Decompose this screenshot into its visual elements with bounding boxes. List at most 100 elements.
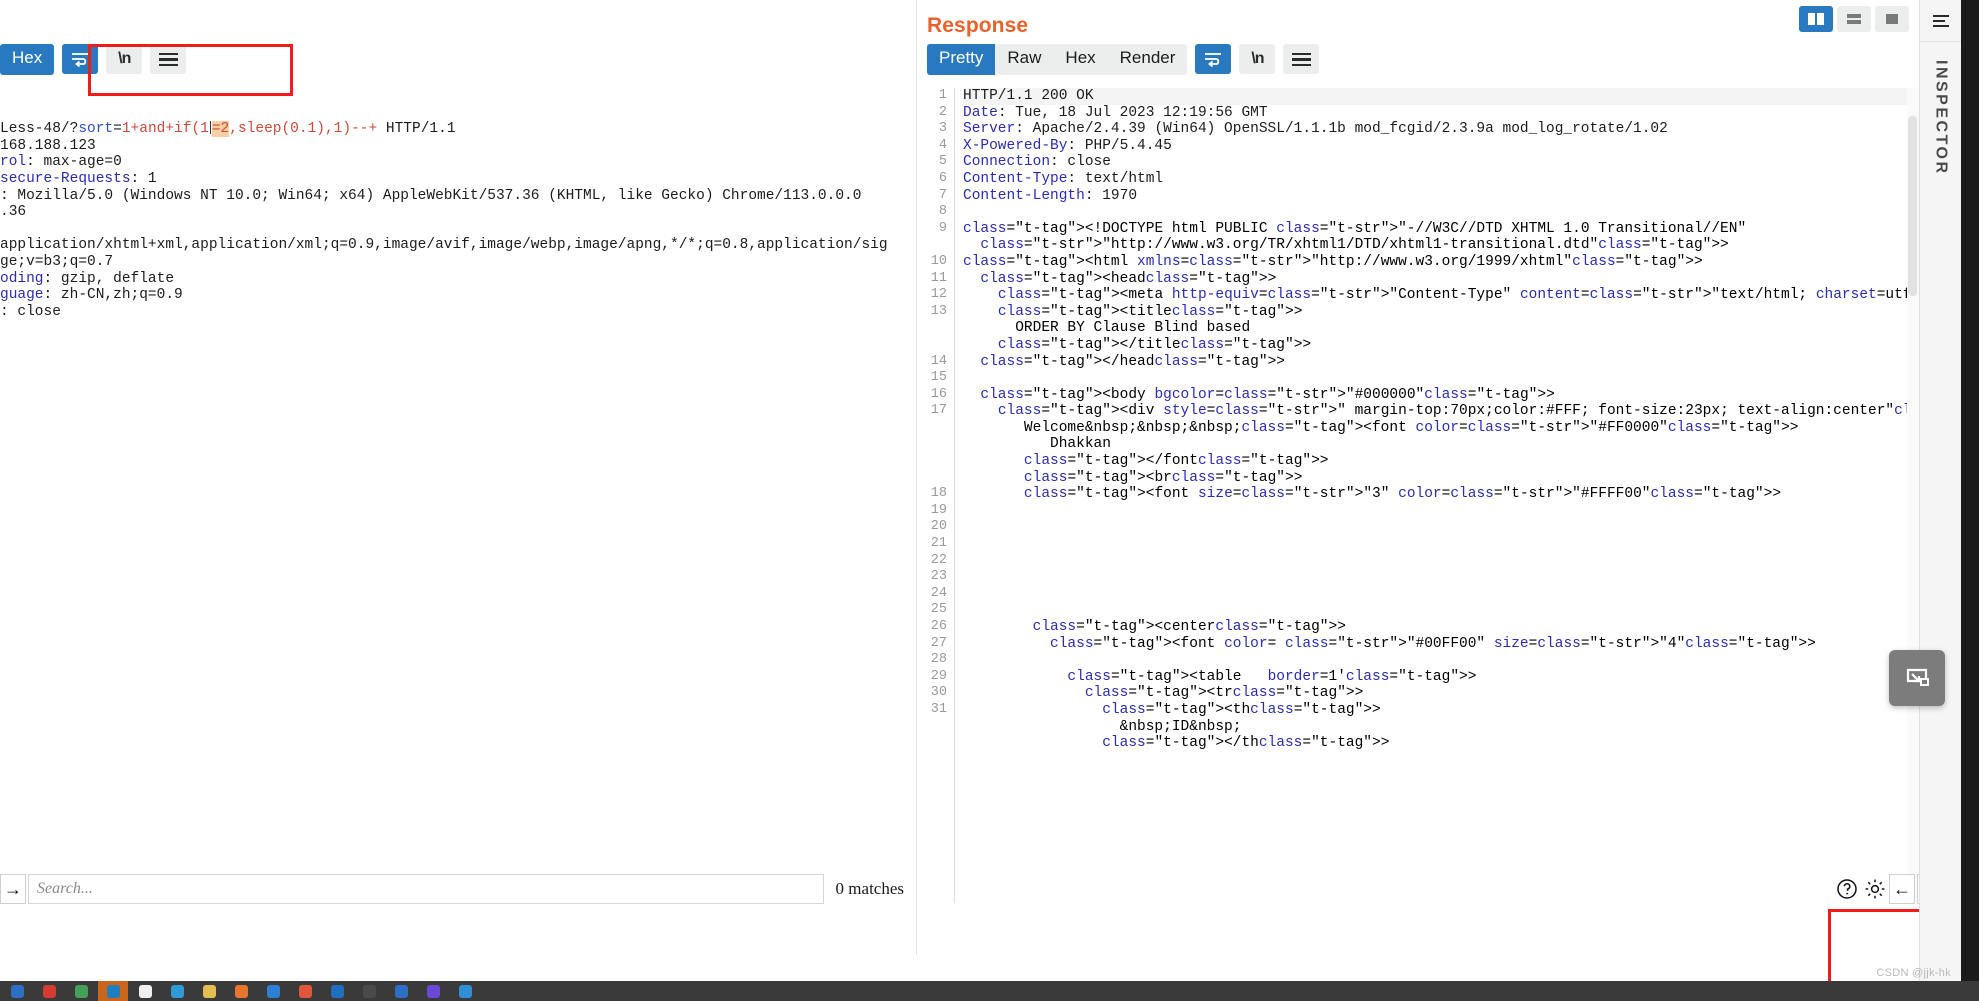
- response-line: [963, 519, 1919, 536]
- request-line: : Mozilla/5.0 (Windows NT 10.0; Win64; x…: [0, 187, 862, 204]
- request-search-next-icon[interactable]: →: [0, 874, 26, 904]
- taskbar-item[interactable]: [450, 981, 480, 1001]
- response-line: Content-Length: 1970: [963, 187, 1138, 204]
- question-mark-icon[interactable]: [1833, 875, 1861, 903]
- taskbar-item[interactable]: [258, 981, 288, 1001]
- response-line-numbers: 1 2 3 4 5 6 7 8 9 10 11 12 13 14 15 16 17 18 19 20 21 22 23 24 2…: [917, 88, 955, 903]
- request-line: ge;v=b3;q=0.7: [0, 253, 114, 270]
- request-line: rol: max-age=0: [0, 154, 122, 171]
- response-line: class="t-tag"></headclass="t-tag">>: [980, 353, 1285, 370]
- line-number: 30: [930, 685, 947, 701]
- line-number: 8: [938, 204, 947, 220]
- layout-single-pane-icon[interactable]: [1875, 6, 1909, 32]
- taskbar-item[interactable]: [34, 981, 64, 1001]
- request-menu-icon[interactable]: [150, 44, 187, 75]
- layout-split-horizontal-icon[interactable]: [1837, 6, 1871, 32]
- response-line: class="t-tag"><meta http-equiv=class="t-…: [997, 287, 1919, 304]
- response-line: class="t-tag"></titleclass="t-tag">>: [997, 336, 1312, 353]
- tab-response-raw[interactable]: Raw: [995, 44, 1053, 75]
- taskbar-item[interactable]: [226, 981, 256, 1001]
- response-scrollbar[interactable]: [1907, 88, 1919, 903]
- taskbar-item[interactable]: [418, 981, 448, 1001]
- response-newline-toggle-icon[interactable]: \n: [1239, 44, 1276, 75]
- line-number: 14: [930, 353, 947, 369]
- line-number: 11: [930, 270, 947, 286]
- gear-icon[interactable]: [1861, 875, 1889, 903]
- response-line: class="t-tag"><thclass="t-tag">>: [1102, 701, 1381, 718]
- line-number: 12: [930, 287, 947, 303]
- response-toolbar: Pretty Raw Hex Render \n: [917, 40, 1919, 81]
- taskbar-item[interactable]: [386, 981, 416, 1001]
- inspector-toggle-icon[interactable]: [1919, 0, 1962, 42]
- request-line: 168.188.123: [0, 137, 96, 154]
- inspector-label: INSPECTOR: [1932, 60, 1950, 176]
- response-line: class="t-tag"><brclass="t-tag">>: [1023, 469, 1303, 486]
- request-pane: Hex \n Less-48/?sort=1+and+if(1 =2,sleep(…: [0, 0, 916, 955]
- request-search-bar: → Search... 0 matches: [0, 869, 916, 909]
- line-number: 26: [930, 619, 947, 634]
- line-number: [917, 719, 947, 736]
- response-line: class="t-tag"><font size=class="t-str">"…: [1023, 486, 1782, 503]
- response-line: class="t-tag"><titleclass="t-tag">>: [997, 303, 1303, 320]
- response-line: class="t-tag"><html xmlns=class="t-str">…: [963, 253, 1703, 270]
- response-line: class="t-tag"></thclass="t-tag">>: [1102, 735, 1390, 752]
- response-line: Welcome&nbsp;&nbsp;&nbsp;class="t-tag"><…: [963, 419, 1799, 436]
- request-line: oding: gzip, deflate: [0, 270, 175, 287]
- response-line: [963, 602, 1919, 619]
- taskbar-item[interactable]: [130, 981, 160, 1001]
- response-line: Server: Apache/2.4.39 (Win64) OpenSSL/1.…: [963, 121, 1668, 138]
- line-number: 28: [930, 652, 947, 668]
- line-number: [917, 320, 947, 337]
- taskbar-item[interactable]: [66, 981, 96, 1001]
- word-wrap-icon[interactable]: [62, 44, 99, 75]
- tab-response-pretty[interactable]: Pretty: [927, 44, 996, 75]
- response-code-area[interactable]: HTTP/1.1 200 OK Date: Tue, 18 Jul 2023 12…: [955, 88, 1919, 903]
- taskbar-item[interactable]: [2, 981, 32, 1001]
- tab-response-hex[interactable]: Hex: [1053, 44, 1107, 75]
- response-line: [963, 370, 1919, 387]
- response-line: class="t-tag"><table border=1'class="t-t…: [1067, 668, 1477, 685]
- response-line: class="t-tag"><centerclass="t-tag">>: [1032, 619, 1346, 635]
- response-line: class="t-tag"><headclass="t-tag">>: [980, 270, 1277, 287]
- response-editor[interactable]: 1 2 3 4 5 6 7 8 9 10 11 12 13 14 15 16 17 18 19 20 21 22 23 24 2…: [917, 88, 1919, 903]
- line-number: 5: [938, 154, 947, 170]
- response-line: &nbsp;ID&nbsp;: [963, 718, 1242, 735]
- taskbar-item[interactable]: [322, 981, 352, 1001]
- request-code-area[interactable]: Less-48/?sort=1+and+if(1 =2,sleep(0.1),1)…: [0, 121, 916, 320]
- response-menu-icon[interactable]: [1283, 44, 1320, 75]
- response-word-wrap-icon[interactable]: [1195, 44, 1232, 75]
- line-number: 13: [930, 303, 947, 319]
- response-scrollbar-thumb[interactable]: [1908, 116, 1917, 296]
- response-line: Content-Type: text/html: [963, 170, 1164, 187]
- response-line: class="t-tag"><div style=class="t-str">"…: [997, 403, 1919, 420]
- tab-request-hex[interactable]: Hex: [0, 44, 55, 75]
- taskbar-item-active[interactable]: [98, 981, 128, 1001]
- response-search-prev-icon[interactable]: ←: [1889, 874, 1915, 904]
- request-toolbar: Hex \n: [0, 40, 916, 81]
- line-number: 1: [938, 88, 947, 103]
- line-number: [917, 237, 947, 254]
- request-line: secure-Requests: 1: [0, 170, 157, 187]
- layout-split-vertical-icon[interactable]: [1799, 6, 1833, 32]
- response-line: [963, 204, 1919, 221]
- response-line: Dhakkan: [963, 436, 1111, 453]
- line-number: 17: [930, 403, 947, 419]
- request-search-input[interactable]: Search...: [28, 874, 824, 904]
- line-number: 22: [930, 552, 947, 568]
- newline-toggle-icon[interactable]: \n: [106, 44, 143, 75]
- tab-response-render[interactable]: Render: [1108, 44, 1188, 75]
- response-line: class="t-tag"><font color= class="t-str"…: [1050, 635, 1816, 652]
- line-number: 2: [938, 104, 947, 120]
- response-line: [963, 553, 1919, 570]
- restore-window-icon[interactable]: [1889, 650, 1945, 706]
- request-line: [0, 221, 916, 238]
- taskbar-item[interactable]: [290, 981, 320, 1001]
- line-number: 19: [930, 502, 947, 518]
- line-number: 10: [930, 253, 947, 269]
- line-number: 3: [938, 121, 947, 137]
- taskbar-item[interactable]: [162, 981, 192, 1001]
- request-view-tabs: Hex: [0, 44, 55, 75]
- taskbar-item[interactable]: [194, 981, 224, 1001]
- taskbar-item[interactable]: [354, 981, 384, 1001]
- request-editor[interactable]: Less-48/?sort=1+and+if(1 =2,sleep(0.1),1)…: [0, 88, 916, 903]
